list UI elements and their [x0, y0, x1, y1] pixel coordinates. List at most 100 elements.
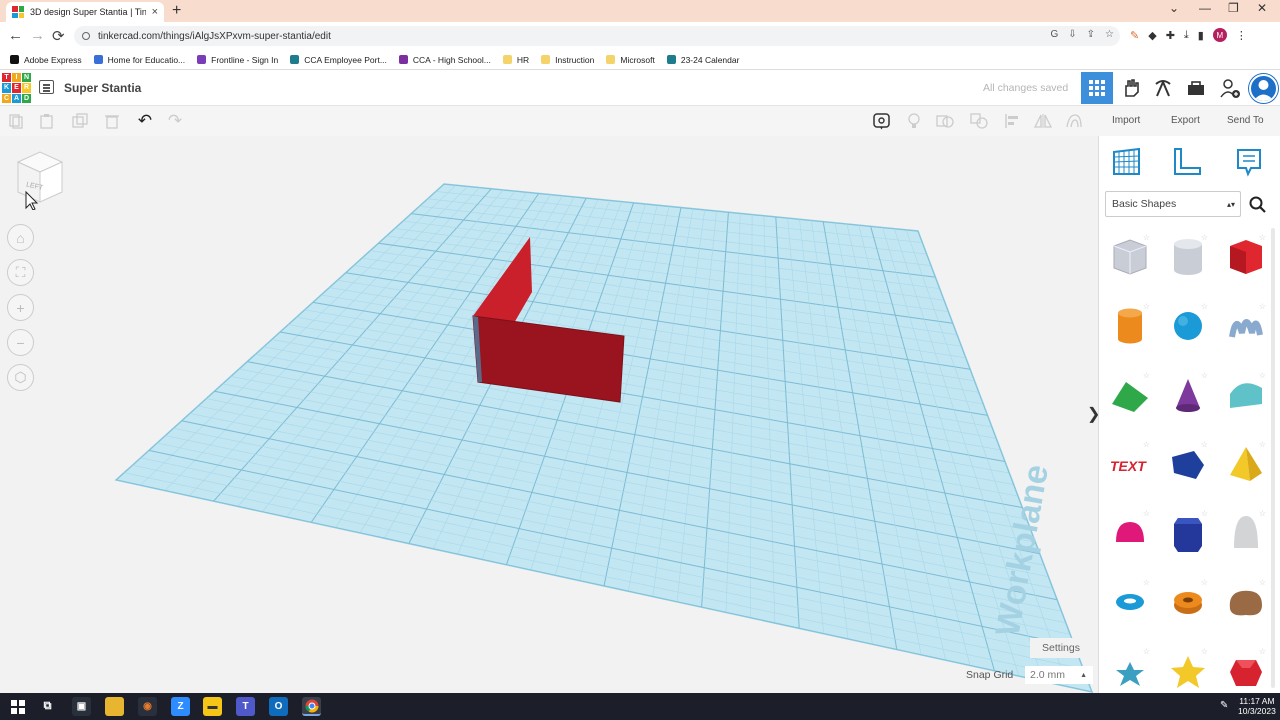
send-to-button[interactable]: Send To	[1227, 115, 1264, 126]
favorite-star-icon[interactable]: ☆	[1259, 509, 1266, 518]
forward-button[interactable]: →	[30, 27, 45, 44]
favorite-star-icon[interactable]: ☆	[1201, 302, 1208, 311]
zoom-in-button[interactable]: +	[7, 294, 34, 321]
shape-paraboloid[interactable]: ☆	[1221, 504, 1271, 562]
bookmark-item[interactable]: Adobe Express	[10, 55, 82, 65]
tab-search-icon[interactable]: ⌄	[1169, 1, 1179, 15]
google-lens-icon[interactable]: G	[1050, 29, 1058, 40]
site-info-icon[interactable]	[82, 32, 90, 40]
task-view-icon[interactable]: ⧉	[38, 697, 57, 716]
back-button[interactable]: ←	[8, 27, 23, 44]
teams-icon[interactable]: T	[236, 697, 255, 716]
paste-icon[interactable]	[38, 112, 56, 130]
share-icon[interactable]: ⇪	[1087, 29, 1095, 40]
shape-box-hole[interactable]: ☆	[1105, 228, 1155, 286]
undo-button[interactable]: ↶	[136, 111, 154, 130]
panel-scrollbar[interactable]	[1271, 228, 1275, 688]
favorite-star-icon[interactable]: ☆	[1259, 233, 1266, 242]
extension-shield-icon[interactable]: ◆	[1148, 29, 1156, 42]
bookmark-item[interactable]: HR	[502, 55, 529, 65]
snap-grid-select[interactable]: 2.0 mm ▲	[1025, 666, 1093, 684]
shape-polygon[interactable]: ☆	[1163, 435, 1213, 493]
shape-cylinder-hole[interactable]: ☆	[1163, 228, 1213, 286]
chrome-icon[interactable]	[302, 697, 321, 716]
new-tab-button[interactable]: +	[172, 2, 181, 20]
profile-avatar[interactable]: M	[1212, 28, 1227, 42]
shape-pyramid[interactable]: ☆	[1221, 435, 1271, 493]
collapse-panel-button[interactable]: ❯	[1087, 404, 1098, 424]
ungroup-icon[interactable]	[970, 112, 988, 130]
file-explorer-icon[interactable]	[105, 697, 124, 716]
side-panel-icon[interactable]: ▮	[1198, 29, 1204, 42]
shape-box[interactable]: ☆	[1221, 228, 1271, 286]
workplane-surface[interactable]	[114, 183, 1094, 693]
delete-icon[interactable]	[103, 112, 121, 130]
mirror-icon[interactable]	[1034, 112, 1052, 130]
design-menu-icon[interactable]	[39, 80, 54, 94]
shape-scribble[interactable]: ☆	[1221, 297, 1271, 355]
shape-tube[interactable]: ☆	[1163, 573, 1213, 631]
favorite-star-icon[interactable]: ☆	[1259, 647, 1266, 656]
fit-view-button[interactable]: ⛶	[7, 259, 34, 286]
user-avatar[interactable]	[1249, 74, 1278, 103]
chrome-menu-icon[interactable]: ⋮	[1236, 29, 1247, 42]
shape-star[interactable]: ☆	[1105, 642, 1155, 693]
favorite-star-icon[interactable]: ☆	[1143, 302, 1150, 311]
cruise-icon[interactable]	[1065, 112, 1083, 130]
browser-tab[interactable]: 3D design Super Stantia | Tinkercad ×	[6, 2, 164, 22]
store-icon[interactable]: ▣	[72, 697, 91, 716]
favorite-star-icon[interactable]: ☆	[1259, 578, 1266, 587]
redo-button[interactable]: ↷	[166, 111, 184, 130]
group-icon[interactable]	[936, 112, 954, 130]
settings-button[interactable]: Settings	[1030, 638, 1092, 658]
export-button[interactable]: Export	[1171, 115, 1200, 126]
bookmark-item[interactable]: CCA Employee Port...	[290, 55, 387, 65]
bookmark-item[interactable]: CCA - High School...	[398, 55, 491, 65]
shape-hexagonal-prism[interactable]: ☆	[1163, 504, 1213, 562]
favorite-star-icon[interactable]: ☆	[1201, 371, 1208, 380]
download-icon[interactable]: ⤓	[1184, 29, 1189, 42]
minimize-button[interactable]: —	[1199, 1, 1211, 15]
blender-icon[interactable]: ◉	[138, 697, 157, 716]
workplane-tool-icon[interactable]	[1111, 146, 1143, 178]
duplicate-icon[interactable]	[71, 112, 89, 130]
bricks-button[interactable]	[1147, 72, 1179, 104]
install-app-icon[interactable]: ⇩	[1068, 29, 1076, 40]
pen-icon[interactable]: ✎	[1220, 700, 1228, 711]
sim-lab-button[interactable]	[1180, 72, 1212, 104]
design-title[interactable]: Super Stantia	[64, 81, 141, 95]
import-button[interactable]: Import	[1112, 115, 1140, 126]
outlook-icon[interactable]: O	[269, 697, 288, 716]
reload-button[interactable]: ⟳	[52, 27, 65, 45]
align-icon[interactable]	[1003, 112, 1021, 130]
shape-icosahedron-blob[interactable]: ☆	[1221, 573, 1271, 631]
favorite-star-icon[interactable]: ☆	[1201, 233, 1208, 242]
favorite-star-icon[interactable]: ☆	[1201, 578, 1208, 587]
shape-cylinder[interactable]: ☆	[1105, 297, 1155, 355]
extension-icon[interactable]: ✎	[1130, 29, 1139, 42]
bookmark-item[interactable]: 23-24 Calendar	[666, 55, 739, 65]
zoom-out-button[interactable]: −	[7, 329, 34, 356]
shape-text[interactable]: TEXT ☆	[1105, 435, 1155, 493]
show-all-icon[interactable]	[905, 112, 923, 130]
view-cube[interactable]: LEFT	[14, 148, 66, 210]
favorite-star-icon[interactable]: ☆	[1143, 509, 1150, 518]
favorite-star-icon[interactable]: ☆	[1201, 647, 1208, 656]
bookmark-item[interactable]: Microsoft	[606, 55, 655, 65]
favorite-star-icon[interactable]: ☆	[1143, 647, 1150, 656]
url-bar[interactable]: tinkercad.com/things/iAlgJsXPxvm-super-s…	[74, 26, 1120, 46]
tinkercad-logo[interactable]: TIN KER CAD	[2, 73, 31, 103]
projection-button[interactable]: ⬡	[7, 364, 34, 391]
windows-start-icon[interactable]	[8, 697, 27, 716]
close-window-button[interactable]: ✕	[1257, 1, 1267, 15]
shape-roof[interactable]: ☆	[1105, 366, 1155, 424]
shape-round-roof[interactable]: ☆	[1221, 366, 1271, 424]
bookmark-item[interactable]: Frontline - Sign In	[197, 55, 278, 65]
favorite-star-icon[interactable]: ☆	[1143, 578, 1150, 587]
invite-collaborator-button[interactable]	[1214, 72, 1246, 104]
sticky-notes-icon[interactable]: ▬	[203, 697, 222, 716]
favorite-star-icon[interactable]: ☆	[1259, 440, 1266, 449]
favorite-star-icon[interactable]: ☆	[1201, 509, 1208, 518]
3d-view-button[interactable]	[1081, 72, 1113, 104]
shape-category-select[interactable]: Basic Shapes ▴▾	[1105, 191, 1241, 217]
